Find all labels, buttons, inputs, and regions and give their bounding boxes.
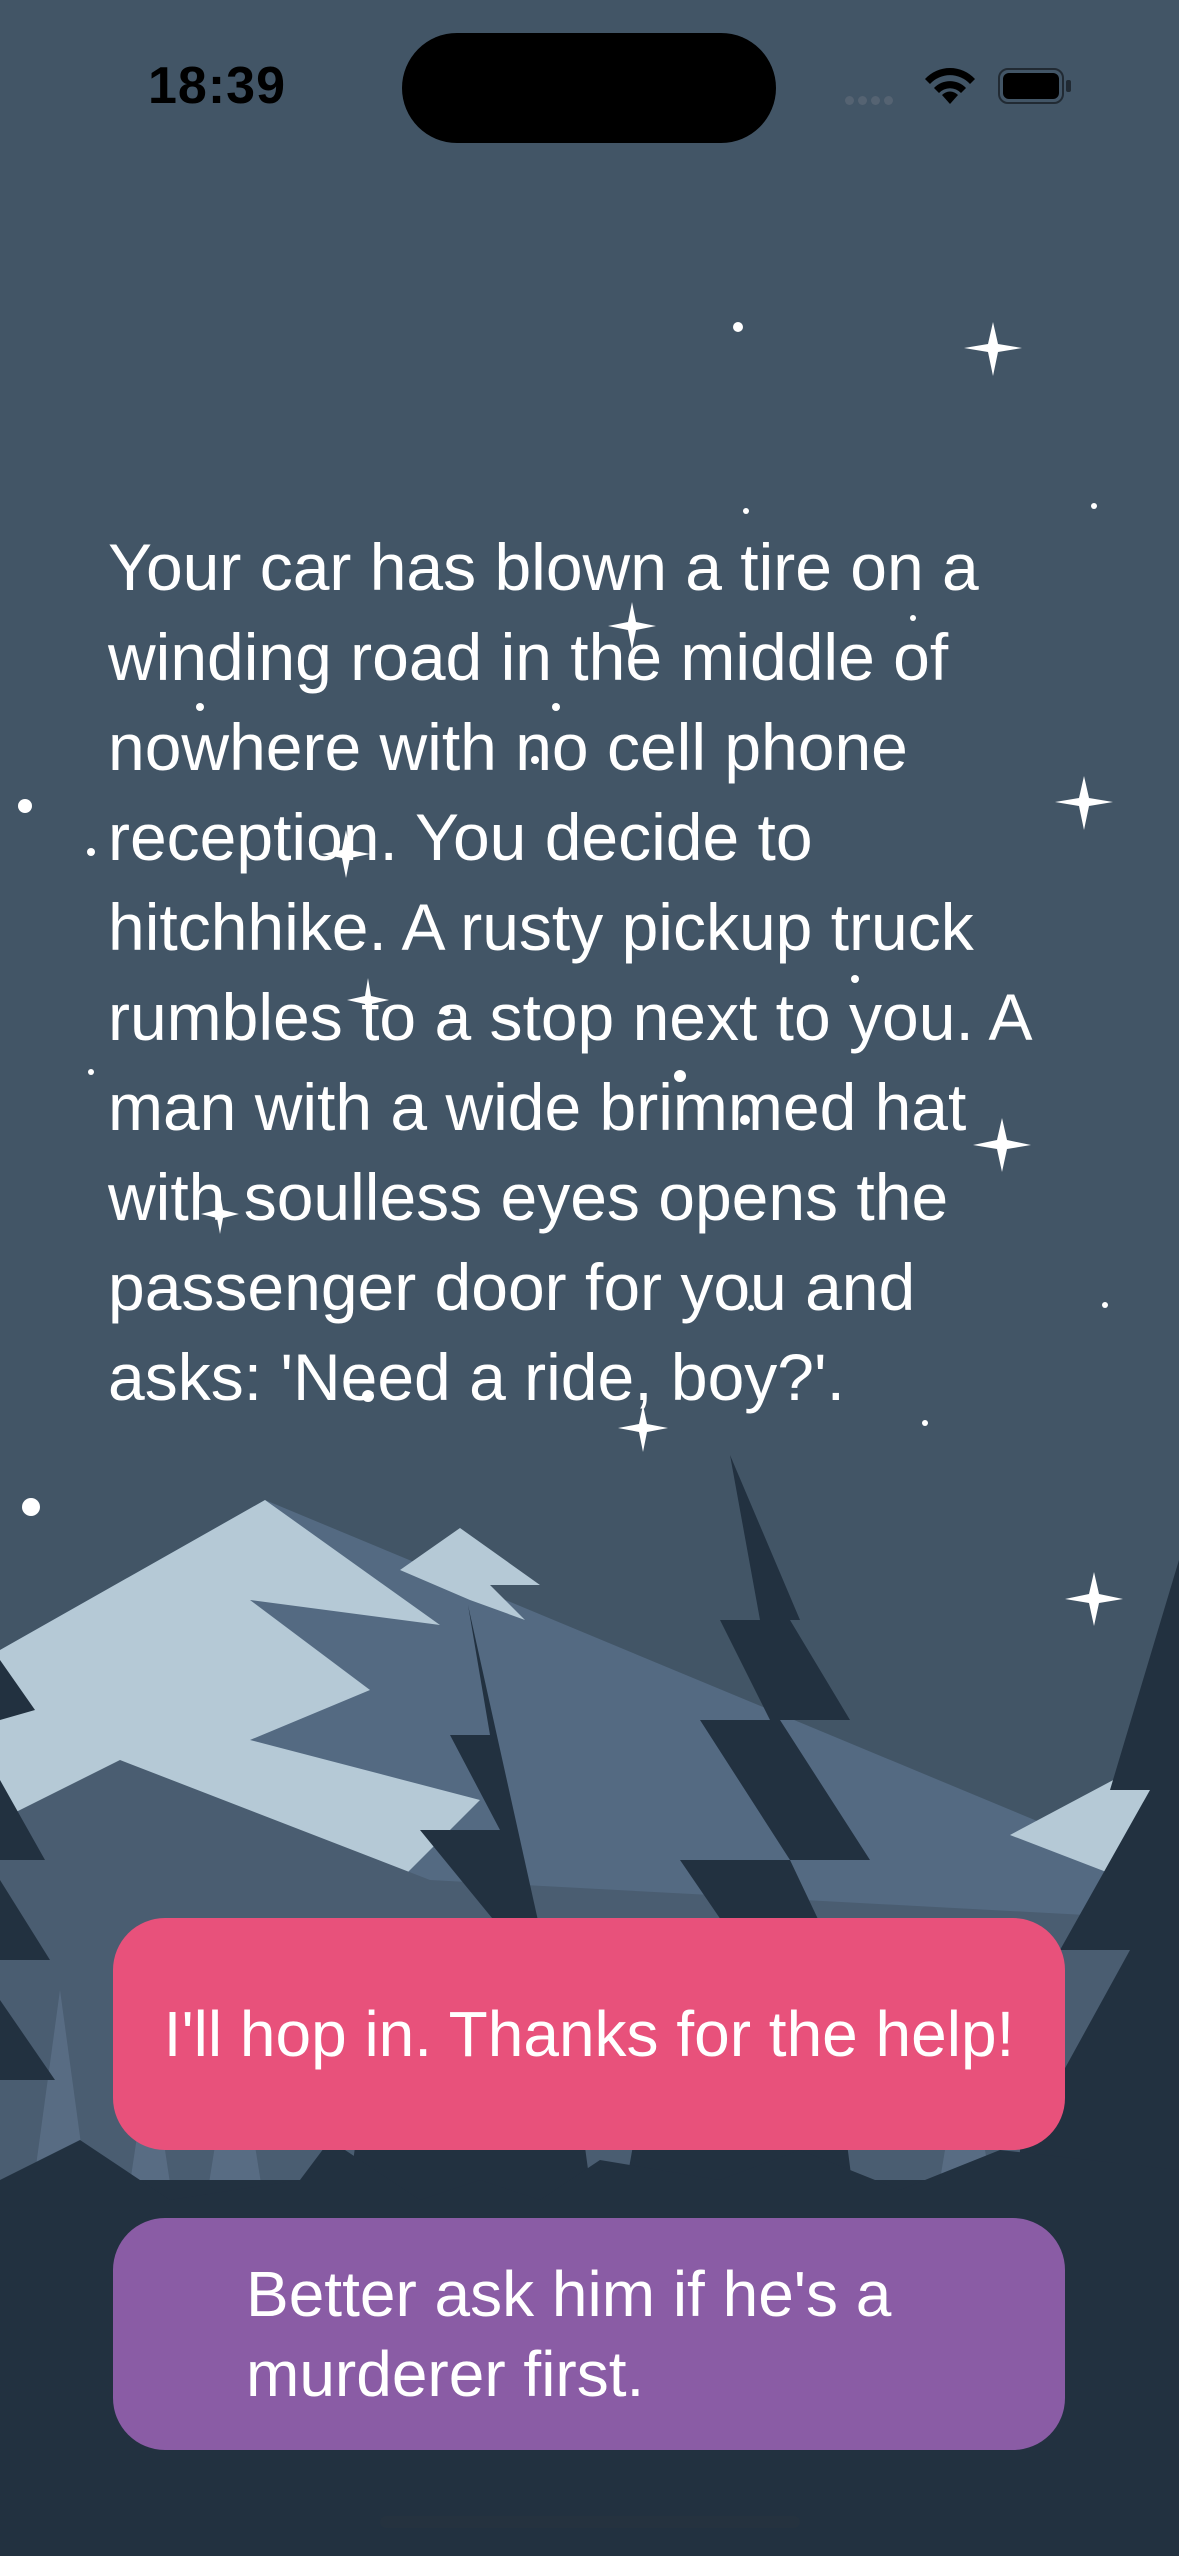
wifi-icon bbox=[925, 68, 975, 104]
cellular-signal-icon bbox=[845, 92, 897, 110]
battery-icon bbox=[998, 68, 1071, 104]
story-text: Your car has blown a tire on a winding r… bbox=[108, 530, 1029, 1414]
status-bar-time: 18:39 bbox=[148, 57, 286, 115]
home-indicator[interactable] bbox=[380, 2516, 800, 2528]
choice-hop-in-button[interactable]: I'll hop in. Thanks for the help! bbox=[113, 1918, 1065, 2150]
choice-ask-murderer-button[interactable]: Better ask him if he's a murderer first. bbox=[113, 2218, 1065, 2450]
dynamic-island bbox=[402, 33, 776, 143]
